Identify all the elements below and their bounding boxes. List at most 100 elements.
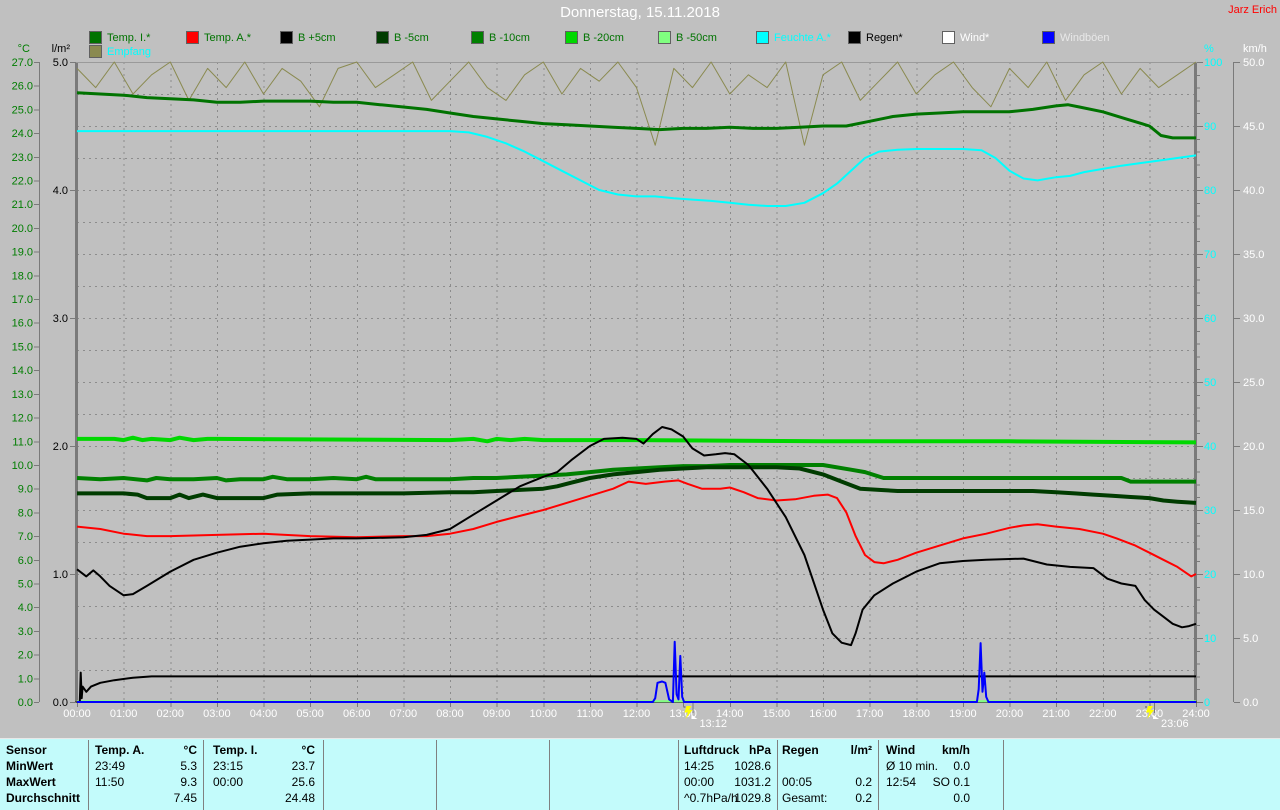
table-cell-value: 24.48 <box>235 791 315 805</box>
x-axis-tick-label: 19:00 <box>949 708 977 720</box>
x-axis-tick-label: 08:00 <box>436 708 464 720</box>
kmh-axis-tick-label: 15.0 <box>1243 505 1264 517</box>
axis-labels: 0.01.02.03.04.05.06.07.08.09.010.011.012… <box>12 43 1267 709</box>
lm2-axis-unit: l/m² <box>52 43 71 55</box>
c-axis-tick-label: 15.0 <box>12 341 33 353</box>
c-axis-tick-label: 19.0 <box>12 247 33 259</box>
c-axis-tick-label: 1.0 <box>18 673 33 685</box>
table-column-unit: hPa <box>691 743 771 757</box>
x-axis-tick-label: 07:00 <box>390 708 418 720</box>
kmh-axis-tick-label: 20.0 <box>1243 441 1264 453</box>
table-cell-value: 5.3 <box>117 759 197 773</box>
x-axis-tick-label: 10:00 <box>529 708 557 720</box>
weather-station-window: Donnerstag, 15.11.2018 Jarz Erich Temp. … <box>0 0 1280 810</box>
c-axis-tick-label: 23.0 <box>12 152 33 164</box>
c-axis-tick-label: 18.0 <box>12 270 33 282</box>
pct-axis-unit: % <box>1204 43 1214 55</box>
gridlines <box>77 62 1196 702</box>
x-axis-tick-label: 22:00 <box>1089 708 1117 720</box>
lm2-axis-tick-label: 2.0 <box>53 441 68 453</box>
table-divider <box>88 740 89 810</box>
c-axis-tick-label: 22.0 <box>12 176 33 188</box>
table-cell-value: 0.2 <box>792 775 872 789</box>
c-axis-tick-label: 25.0 <box>12 104 33 116</box>
x-axis-tick-label: 02:00 <box>156 708 184 720</box>
table-divider <box>777 740 778 810</box>
c-axis-tick-label: 17.0 <box>12 294 33 306</box>
lm2-axis-tick-label: 4.0 <box>53 185 68 197</box>
x-axis-labels: 00:0001:0002:0003:0004:0005:0006:0007:00… <box>63 703 1210 720</box>
table-cell-value: 23.7 <box>235 759 315 773</box>
lm2-axis-tick-label: 1.0 <box>53 569 68 581</box>
table-row-label: Sensor <box>6 743 47 757</box>
table-cell-value: 0.0 <box>890 791 970 805</box>
x-axis-tick-label: 03:00 <box>203 708 231 720</box>
c-axis-tick-label: 11.0 <box>12 436 33 448</box>
table-cell-value: 1029.8 <box>691 791 771 805</box>
x-axis-tick-label: 18:00 <box>902 708 930 720</box>
pct-axis-tick-label: 20 <box>1204 569 1216 581</box>
table-row-label: MaxWert <box>6 775 56 789</box>
c-axis-tick-label: 8.0 <box>18 507 33 519</box>
c-axis-tick-label: 26.0 <box>12 81 33 93</box>
c-axis-tick-label: 7.0 <box>18 531 33 543</box>
x-axis-tick-label: 20:00 <box>996 708 1024 720</box>
x-axis-tick-label: 09:00 <box>483 708 511 720</box>
c-axis-tick-label: 5.0 <box>18 578 33 590</box>
pct-axis-tick-label: 40 <box>1204 441 1216 453</box>
stats-table: SensorMinWertMaxWertDurchschnittTemp. A.… <box>0 738 1280 810</box>
kmh-axis-unit: km/h <box>1243 43 1267 55</box>
pct-axis-tick-label: 50 <box>1204 377 1216 389</box>
table-cell-value: 25.6 <box>235 775 315 789</box>
c-axis-tick-label: 9.0 <box>18 484 33 496</box>
table-divider <box>878 740 879 810</box>
x-axis-tick-label: 06:00 <box>343 708 371 720</box>
table-divider <box>203 740 204 810</box>
x-axis-tick-label: 21:00 <box>1042 708 1070 720</box>
table-cell-value: 9.3 <box>117 775 197 789</box>
kmh-axis-tick-label: 45.0 <box>1243 121 1264 133</box>
table-cell-value: 0.0 <box>890 759 970 773</box>
pct-axis-tick-label: 30 <box>1204 505 1216 517</box>
table-cell-value: 0.2 <box>792 791 872 805</box>
c-axis-tick-label: 24.0 <box>12 128 33 140</box>
weather-chart: 0.01.02.03.04.05.06.07.08.09.010.011.012… <box>0 0 1280 740</box>
x-axis-tick-label: 01:00 <box>110 708 138 720</box>
c-axis-tick-label: 12.0 <box>12 413 33 425</box>
c-axis-tick-label: 21.0 <box>12 199 33 211</box>
table-column-unit: km/h <box>890 743 970 757</box>
c-axis-tick-label: 6.0 <box>18 555 33 567</box>
table-cell-value: 7.45 <box>117 791 197 805</box>
table-divider <box>549 740 550 810</box>
kmh-axis-tick-label: 50.0 <box>1243 57 1264 69</box>
x-axis-tick-label: 17:00 <box>856 708 884 720</box>
c-axis-tick-label: 4.0 <box>18 602 33 614</box>
c-axis-tick-label: 14.0 <box>12 365 33 377</box>
c-axis-tick-label: 20.0 <box>12 223 33 235</box>
x-axis-tick-label: 05:00 <box>296 708 324 720</box>
kmh-axis-tick-label: 40.0 <box>1243 185 1264 197</box>
series-b-5cm <box>77 467 1196 503</box>
c-axis-tick-label: 10.0 <box>12 460 33 472</box>
table-column-unit: °C <box>117 743 197 757</box>
c-axis-unit: °C <box>18 43 30 55</box>
pct-axis-tick-label: 80 <box>1204 185 1216 197</box>
table-column-unit: l/m² <box>792 743 872 757</box>
kmh-axis-tick-label: 5.0 <box>1243 633 1258 645</box>
c-axis-tick-label: 3.0 <box>18 626 33 638</box>
table-divider <box>436 740 437 810</box>
table-cell-value: SO 0.1 <box>890 775 970 789</box>
lm2-axis-tick-label: 3.0 <box>53 313 68 325</box>
c-axis-tick-label: 27.0 <box>12 57 33 69</box>
c-axis-tick-label: 13.0 <box>12 389 33 401</box>
x-axis-tick-label: 16:00 <box>809 708 837 720</box>
table-divider <box>678 740 679 810</box>
table-row-label: MinWert <box>6 759 53 773</box>
kmh-axis-tick-label: 10.0 <box>1243 569 1264 581</box>
table-column-unit: °C <box>235 743 315 757</box>
event-marker-label: 13:12 <box>699 718 727 730</box>
pct-axis-tick-label: 90 <box>1204 121 1216 133</box>
table-cell-value: 1031.2 <box>691 775 771 789</box>
x-axis-tick-label: 00:00 <box>63 708 91 720</box>
table-row-label: Durchschnitt <box>6 791 80 805</box>
